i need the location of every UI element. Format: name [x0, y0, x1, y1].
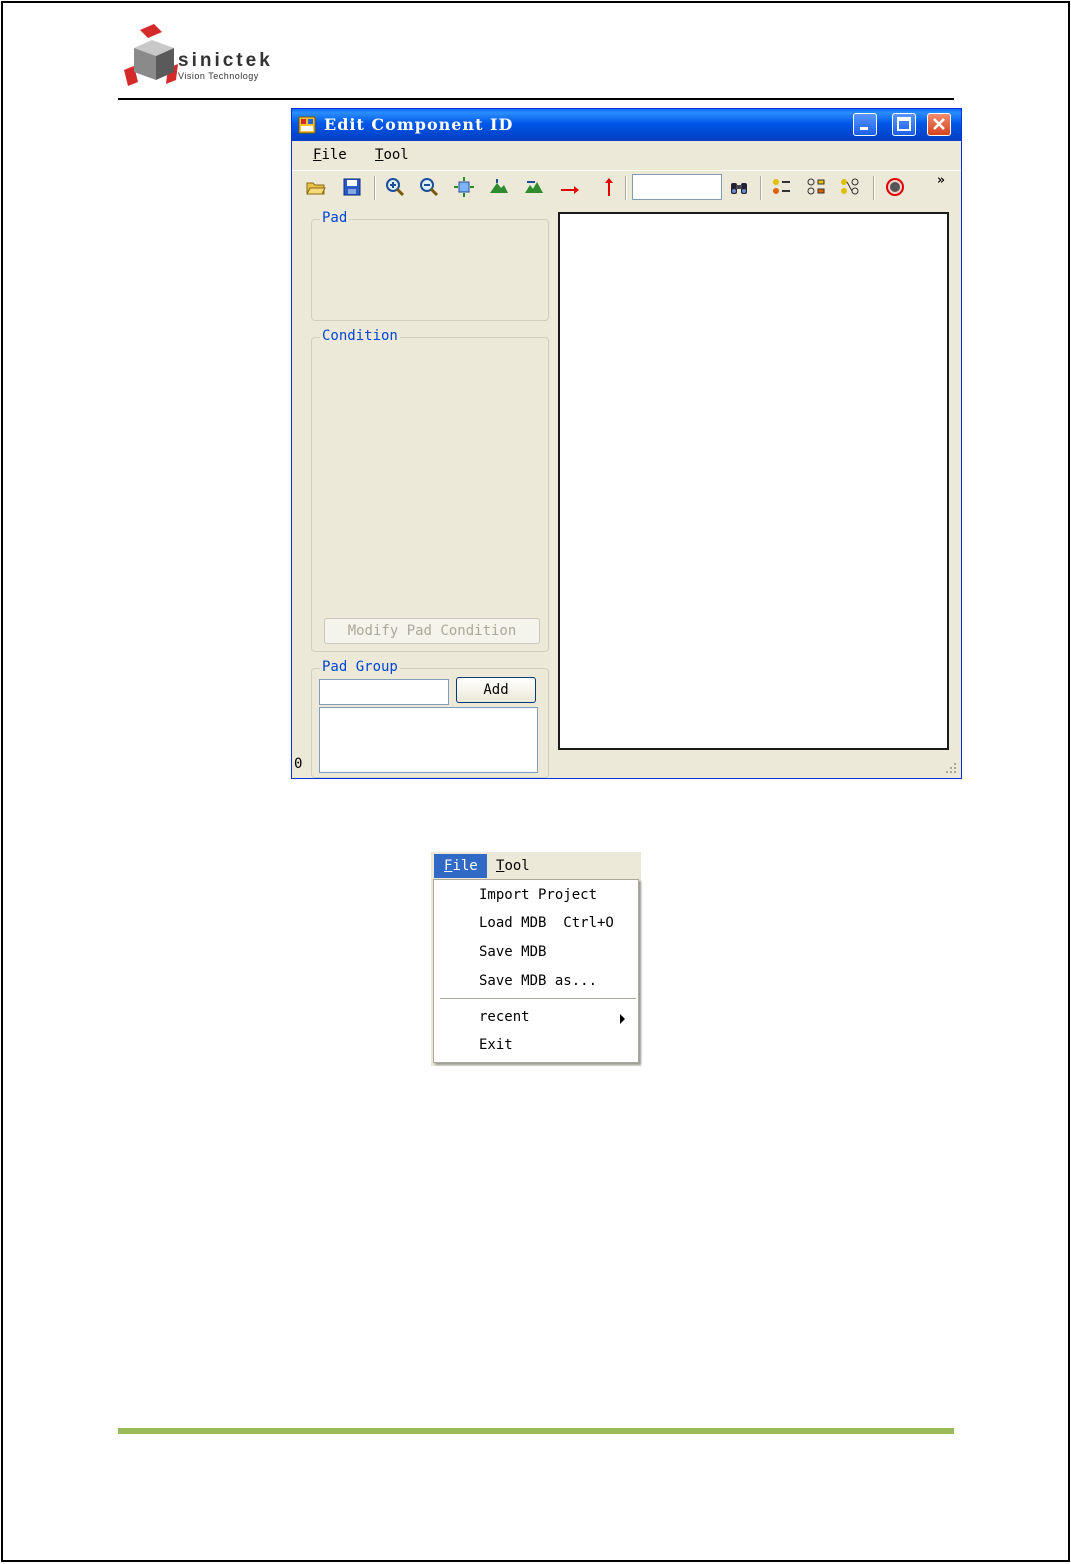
mountain-up-icon[interactable] [489, 177, 509, 197]
file-menu-label: File [444, 858, 478, 874]
maximize-icon [897, 117, 911, 131]
resize-grip-icon[interactable] [945, 762, 957, 774]
menu-separator [440, 998, 636, 999]
minimize-icon [860, 127, 868, 130]
window-title: Edit Component ID [324, 115, 514, 134]
pads-frame-icon[interactable] [807, 177, 827, 197]
minimize-button[interactable] [853, 113, 877, 136]
save-mdb-as-item[interactable]: Save MDB as... [479, 973, 597, 989]
footer-rule [118, 1428, 954, 1434]
maximize-button[interactable] [892, 113, 916, 136]
component-canvas[interactable] [558, 212, 949, 750]
menu-bar: File Tool [292, 143, 961, 168]
menu-file[interactable]: File [313, 147, 347, 163]
import-project-item[interactable]: Import Project [479, 887, 597, 903]
close-button[interactable] [927, 113, 951, 136]
exit-item[interactable]: Exit [479, 1037, 513, 1053]
arrow-up-icon[interactable] [599, 177, 619, 197]
logo-name: sinictek [178, 50, 273, 71]
tool-menu[interactable]: Tool [496, 858, 530, 874]
pad-group-groupbox-label: Pad Group [320, 659, 400, 675]
toolbar-separator [374, 176, 376, 200]
save-disk-icon[interactable] [342, 177, 362, 197]
file-menu-open[interactable]: File [434, 854, 487, 878]
mountain-flip-icon[interactable] [524, 177, 544, 197]
status-bar: 0 [292, 751, 961, 778]
toolbar-overflow-button[interactable]: » [937, 173, 945, 188]
open-folder-icon[interactable] [306, 177, 326, 197]
save-mdb-item[interactable]: Save MDB [479, 944, 546, 960]
condition-groupbox: Condition Modify Pad Condition [311, 328, 549, 652]
title-bar[interactable]: Edit Component ID [292, 109, 961, 141]
logo-subtitle: Vision Technology [178, 71, 259, 81]
submenu-arrow-icon [620, 1014, 625, 1024]
pads-select-icon[interactable] [772, 177, 792, 197]
arrow-right-icon[interactable] [560, 177, 580, 197]
toolbar-separator [625, 176, 627, 200]
toolbar-separator [760, 176, 762, 200]
condition-groupbox-label: Condition [320, 328, 400, 344]
pad-group-input[interactable] [319, 679, 449, 705]
toolbar-separator [873, 176, 875, 200]
header-rule [118, 98, 954, 100]
app-window-icon [298, 116, 316, 134]
file-dropdown: Import Project Load MDB Ctrl+O Save MDB … [433, 879, 639, 1063]
close-icon [933, 118, 945, 130]
add-button[interactable]: Add [456, 677, 536, 703]
pad-groupbox: Pad [311, 210, 549, 321]
zoom-in-icon[interactable] [385, 177, 405, 197]
stop-record-icon[interactable] [885, 177, 905, 197]
menu-tool[interactable]: Tool [375, 147, 409, 163]
load-mdb-item[interactable]: Load MDB Ctrl+O [479, 915, 614, 931]
pad-groupbox-label: Pad [320, 210, 350, 226]
file-menu-bar: File Tool [431, 852, 641, 879]
modify-pad-condition-button[interactable]: Modify Pad Condition [324, 618, 540, 644]
pads-link-icon[interactable] [840, 177, 860, 197]
toolbar-search-input[interactable] [632, 174, 722, 200]
edit-component-window: Edit Component ID File Tool » Pad Condit… [291, 108, 962, 779]
recent-item[interactable]: recent [479, 1009, 530, 1025]
zoom-out-icon[interactable] [419, 177, 439, 197]
fit-view-icon[interactable] [454, 177, 474, 197]
status-text: 0 [294, 756, 303, 772]
toolbar: » [292, 170, 961, 203]
file-menu-screenshot: File Tool Import Project Load MDB Ctrl+O… [431, 852, 641, 1066]
binoculars-icon[interactable] [729, 177, 749, 197]
